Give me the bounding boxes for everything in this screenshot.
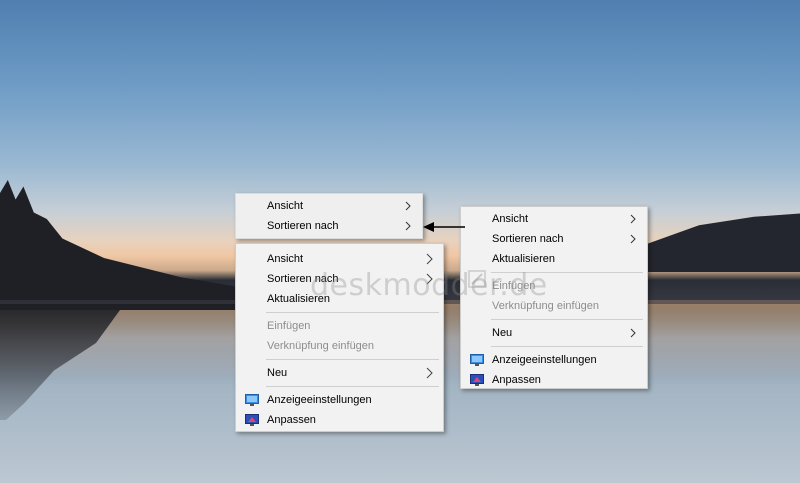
menu-separator: [266, 312, 439, 313]
menu-item-label: Anzeigeeinstellungen: [492, 354, 597, 366]
display-settings-icon: [245, 393, 259, 407]
chevron-right-icon: [628, 229, 638, 249]
chevron-right-icon: [424, 249, 434, 269]
menu-separator: [266, 386, 439, 387]
menu-item-ansicht[interactable]: Ansicht: [236, 249, 443, 269]
menu-item-anzeigeeinstellungen[interactable]: Anzeigeeinstellungen: [461, 350, 647, 370]
menu-item-label: Einfügen: [267, 320, 311, 332]
chevron-right-icon: [424, 363, 434, 383]
menu-item-label: Verknüpfung einfügen: [267, 340, 375, 352]
menu-item-anpassen[interactable]: Anpassen: [236, 410, 443, 430]
menu-item-sortieren[interactable]: Sortieren nach: [461, 229, 647, 249]
menu-item-label: Anzeigeeinstellungen: [267, 394, 372, 406]
menu-item-label: Ansicht: [267, 200, 304, 212]
menu-item-anzeigeeinstellungen[interactable]: Anzeigeeinstellungen: [236, 390, 443, 410]
menu-separator: [491, 319, 643, 320]
menu-item-label: Aktualisieren: [492, 253, 555, 265]
menu-item-label: Anpassen: [267, 414, 316, 426]
watermark-text: deskmodder.de: [310, 268, 548, 303]
menu-separator: [491, 346, 643, 347]
display-settings-icon: [470, 353, 484, 367]
menu-item-label: Ansicht: [267, 253, 304, 265]
left-arrow-icon: [421, 220, 465, 234]
menu-item-label: Ansicht: [492, 213, 529, 225]
menu-item-label: Anpassen: [492, 374, 541, 386]
personalize-icon: [470, 373, 484, 387]
chevron-right-icon: [403, 216, 413, 236]
menu-item-ansicht[interactable]: Ansicht: [236, 196, 422, 216]
menu-item-neu[interactable]: Neu: [461, 323, 647, 343]
menu-item-neu[interactable]: Neu: [236, 363, 443, 383]
menu-item-aktualisieren[interactable]: Aktualisieren: [461, 249, 647, 269]
context-menu-compact: Ansicht Sortieren nach: [235, 193, 423, 239]
chevron-right-icon: [403, 196, 413, 216]
menu-item-einfuegen[interactable]: Einfügen: [236, 316, 443, 336]
menu-item-verknuepfung[interactable]: Verknüpfung einfügen: [236, 336, 443, 356]
menu-item-sortieren[interactable]: Sortieren nach: [236, 216, 422, 236]
menu-item-label: Neu: [492, 327, 513, 339]
menu-item-ansicht[interactable]: Ansicht: [461, 209, 647, 229]
menu-item-label: Sortieren nach: [492, 233, 564, 245]
chevron-right-icon: [628, 209, 638, 229]
menu-item-label: Sortieren nach: [267, 220, 339, 232]
menu-item-anpassen[interactable]: Anpassen: [461, 370, 647, 390]
chevron-right-icon: [628, 323, 638, 343]
personalize-icon: [245, 413, 259, 427]
menu-separator: [266, 359, 439, 360]
watermark-pencil-icon: [468, 270, 486, 288]
tree-shoreline: [0, 180, 260, 310]
menu-item-label: Neu: [267, 367, 288, 379]
